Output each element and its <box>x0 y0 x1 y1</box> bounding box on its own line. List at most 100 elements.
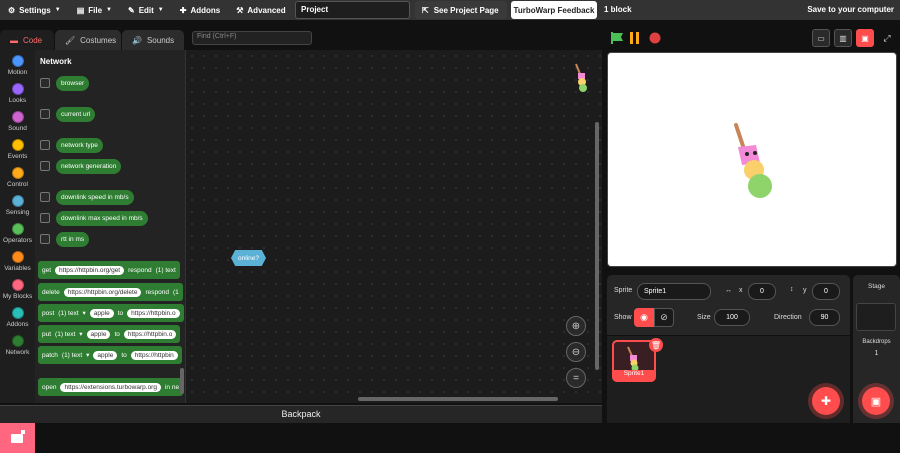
terminal-mode-button[interactable]: ▭ <box>812 29 830 47</box>
add-extension-button[interactable] <box>0 420 35 453</box>
format-dropdown[interactable]: (1) text <box>156 267 176 274</box>
category-my-blocks[interactable]: My Blocks <box>0 279 35 300</box>
url-field[interactable]: https://httpbin.org/delete <box>63 287 142 297</box>
reporter-checkbox[interactable] <box>40 140 50 150</box>
reporter-checkbox[interactable] <box>40 234 50 244</box>
feedback-button[interactable]: TurboWarp Feedback <box>511 1 597 19</box>
add-extension-icon <box>10 429 25 443</box>
x-position-input[interactable]: 0 <box>748 283 776 300</box>
category-operators[interactable]: Operators <box>0 223 35 244</box>
see-project-page-button[interactable]: ⇱ See Project Page <box>415 1 507 19</box>
url-field[interactable]: https://httpbin.org/get <box>55 265 125 275</box>
workspace-horizontal-scrollbar[interactable] <box>358 397 558 401</box>
add-sprite-button[interactable]: ✚ <box>812 387 840 415</box>
y-position-input[interactable]: 0 <box>812 283 840 300</box>
find-input[interactable]: Find (Ctrl+F) <box>192 31 312 45</box>
workspace-vertical-scrollbar[interactable] <box>595 122 599 370</box>
downlink-max-speed-reporter[interactable]: downlink max speed in mb/s <box>56 211 148 226</box>
zoom-reset-button[interactable]: = <box>566 368 586 388</box>
category-control[interactable]: Control <box>0 167 35 188</box>
addons-menu[interactable]: ✚ Addons <box>172 0 228 20</box>
browser-reporter[interactable]: browser <box>56 76 90 91</box>
rtt-reporter[interactable]: rtt in ms <box>56 232 90 247</box>
stop-icon[interactable] <box>649 32 661 44</box>
size-input[interactable]: 100 <box>714 309 750 326</box>
category-looks[interactable]: Looks <box>0 83 35 104</box>
stage-canvas[interactable] <box>607 52 897 267</box>
fullscreen-button[interactable]: ⤢ <box>878 29 896 47</box>
stage-target-panel[interactable]: Stage Backdrops 1 ▣ <box>853 275 900 423</box>
url-field[interactable]: https://httpbin <box>130 350 178 360</box>
open-block[interactable]: open https://extensions.turbowarp.org in… <box>38 378 184 396</box>
category-variables[interactable]: Variables <box>0 251 35 272</box>
advanced-menu[interactable]: ⚒ Advanced <box>228 0 293 20</box>
tab-code[interactable]: ▬ Code <box>0 30 54 50</box>
online-reporter-block[interactable]: online? <box>231 250 266 266</box>
green-flag-icon[interactable] <box>610 31 624 45</box>
zoom-in-icon: ⊕ <box>571 320 581 332</box>
pause-icon[interactable] <box>628 31 642 45</box>
zoom-out-button[interactable]: ⊖ <box>566 342 586 362</box>
code-workspace[interactable]: online? ⊕ ⊖ = <box>186 50 602 403</box>
show-sprite-button[interactable]: ◉ <box>634 308 654 327</box>
format-dropdown[interactable]: (1 <box>173 289 179 296</box>
body-field[interactable]: apple <box>86 329 111 339</box>
category-network[interactable]: Network <box>0 335 35 356</box>
url-field[interactable]: https://httpbin.o <box>127 308 180 318</box>
reporter-checkbox[interactable] <box>40 78 50 88</box>
sprite-on-stage[interactable] <box>726 123 786 203</box>
zoom-in-button[interactable]: ⊕ <box>566 316 586 336</box>
get-block[interactable]: get https://httpbin.org/get respond (1) … <box>38 261 180 279</box>
chevron-down-icon: ▾ <box>86 352 90 359</box>
sensing-icon <box>11 195 24 207</box>
project-title-input[interactable]: Project <box>295 1 410 19</box>
post-block[interactable]: post (1) text ▾ apple to https://httpbin.… <box>38 304 184 322</box>
backpack-bar[interactable]: Backpack <box>0 405 602 423</box>
save-to-computer-button[interactable]: Save to your computer <box>807 5 894 14</box>
url-field[interactable]: https://httpbin.o <box>123 329 177 339</box>
format-dropdown[interactable]: (1) text <box>58 310 78 317</box>
category-sensing[interactable]: Sensing <box>0 195 35 216</box>
settings-menu[interactable]: ⚙ Settings ▼ <box>0 0 69 20</box>
chevron-down-icon: ▾ <box>82 310 86 317</box>
sprite-name-input[interactable]: Sprite1 <box>637 283 711 300</box>
variables-icon <box>11 251 24 263</box>
stage-thumbnail[interactable] <box>856 303 896 331</box>
category-addons[interactable]: Addons <box>0 307 35 328</box>
sprite-tile[interactable]: 🗑 Sprite1 <box>612 338 663 382</box>
fullscreen-icon: ⤢ <box>883 32 891 43</box>
delete-block[interactable]: delete https://httpbin.org/delete respon… <box>38 283 183 301</box>
current-url-reporter[interactable]: current url <box>56 107 96 122</box>
hide-sprite-button[interactable]: ⊘ <box>654 308 674 327</box>
network-generation-reporter[interactable]: network generation <box>56 159 122 174</box>
network-type-reporter[interactable]: network type <box>56 138 103 153</box>
category-events[interactable]: Events <box>0 139 35 160</box>
body-field[interactable]: apple <box>89 308 114 318</box>
url-field[interactable]: https://extensions.turbowarp.org <box>60 382 161 392</box>
body-field[interactable]: apple <box>93 350 118 360</box>
category-sound[interactable]: Sound <box>0 111 35 132</box>
put-block[interactable]: put (1) text ▾ apple to https://httpbin.o <box>38 325 181 343</box>
reporter-checkbox[interactable] <box>40 161 50 171</box>
add-backdrop-button[interactable]: ▣ <box>862 387 890 415</box>
backdrops-count: 1 <box>874 350 879 357</box>
category-motion[interactable]: Motion <box>0 55 35 76</box>
patch-block[interactable]: patch (1) text ▾ apple to https://httpbin <box>38 346 182 364</box>
tab-costumes[interactable]: 🖌 Costumes <box>55 30 121 50</box>
normal-stage-button[interactable]: ▣ <box>856 29 874 47</box>
tab-sounds[interactable]: 🔊 Sounds <box>122 30 184 50</box>
small-stage-button[interactable]: ▥ <box>834 29 852 47</box>
reporter-checkbox[interactable] <box>40 213 50 223</box>
format-dropdown[interactable]: (1) text <box>55 331 75 338</box>
reporter-checkbox[interactable] <box>40 192 50 202</box>
direction-input[interactable]: 90 <box>809 309 840 326</box>
small-stage-icon: ▥ <box>839 33 847 43</box>
palette-scrollbar[interactable] <box>180 368 184 394</box>
reporter-checkbox[interactable] <box>40 109 50 119</box>
eye-slash-icon: ⊘ <box>660 312 668 322</box>
delete-sprite-button[interactable]: 🗑 <box>649 338 663 352</box>
file-menu[interactable]: ▤ File ▼ <box>69 0 120 20</box>
downlink-speed-reporter[interactable]: downlink speed in mb/s <box>56 190 134 205</box>
format-dropdown[interactable]: (1) text <box>62 352 82 359</box>
edit-menu[interactable]: ✎ Edit ▼ <box>120 0 172 20</box>
